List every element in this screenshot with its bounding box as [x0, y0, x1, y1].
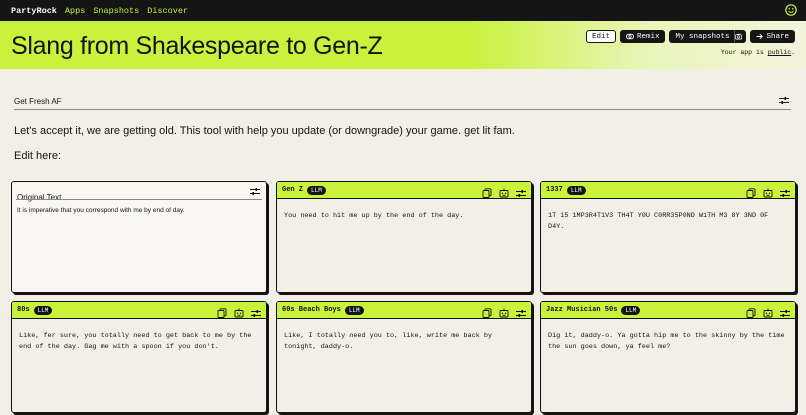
widget-title: Jazz Musician 50s [546, 306, 618, 314]
widget-actions [482, 305, 526, 318]
widget-title: Original Text [17, 193, 62, 202]
nav-link-apps[interactable]: Apps [65, 6, 85, 16]
visibility-suffix: . [791, 49, 795, 56]
top-nav: PartyRock Apps Snapshots Discover [0, 0, 806, 21]
widget-title: 80s [17, 306, 30, 314]
sliders-icon[interactable] [516, 185, 526, 197]
chat-bot-icon[interactable] [763, 305, 773, 318]
widget-title: Gen Z [282, 186, 304, 194]
chat-bot-icon[interactable] [499, 305, 509, 318]
share-button[interactable]: Share [750, 30, 795, 43]
copy-icon[interactable] [482, 305, 492, 318]
visibility-prefix: Your app is [720, 49, 768, 56]
original-text-widget: Original Text It is imperative that you … [11, 181, 267, 293]
widget-output: You need to hit me up by the end of the … [284, 212, 464, 220]
visibility-link[interactable]: public [768, 49, 791, 56]
input-label: Get Fresh AF [14, 97, 62, 106]
widget-1337: 1337 LLM 1T 15 1MP3R4T1V3 TH4T Y0U C0RR3… [540, 181, 796, 293]
widget-header: 1337 LLM [541, 182, 795, 199]
widget-actions [482, 185, 526, 198]
copy-icon[interactable] [746, 185, 756, 198]
widget-header: Gen Z LLM [277, 182, 531, 199]
llm-badge: LLM [566, 185, 586, 195]
widget-actions [217, 305, 261, 318]
camera-icon [735, 33, 743, 40]
edit-button[interactable]: Edit [585, 30, 616, 43]
divider [14, 109, 791, 110]
share-label: Share [766, 32, 789, 41]
my-snapshots-button[interactable]: My snapshots [669, 30, 736, 43]
copy-icon[interactable] [217, 305, 227, 318]
sliders-icon[interactable] [780, 305, 790, 317]
widget-gen-z: Gen Z LLM You need to hit me up by the e… [276, 181, 532, 293]
llm-badge: LLM [344, 305, 364, 315]
widget-60s-beach-boys: 60s Beach Boys LLM Like, I totally need … [276, 301, 532, 413]
brand-logo[interactable]: PartyRock [11, 6, 57, 16]
smiley-icon[interactable] [785, 4, 797, 16]
widget-80s: 80s LLM Like, fer sure, you totally need… [11, 301, 267, 413]
llm-badge: LLM [307, 185, 326, 195]
page-title: Slang from Shakespeare to Gen-Z [11, 32, 383, 60]
llm-badge: LLM [621, 305, 641, 315]
app-description: Let's accept it, we are getting old. Thi… [14, 125, 515, 137]
widget-header: Jazz Musician 50s LLM [541, 302, 795, 319]
chat-bot-icon[interactable] [499, 185, 509, 198]
llm-badge: LLM [33, 305, 53, 315]
widget-output: Dig it, daddy-o. Ya gotta hip me to the … [548, 332, 785, 351]
sliders-icon[interactable] [251, 305, 261, 317]
chat-bot-icon[interactable] [234, 305, 244, 318]
widget-output: Like, fer sure, you totally need to get … [19, 332, 252, 351]
widget-actions [746, 305, 790, 318]
sliders-icon[interactable] [780, 185, 790, 197]
sliders-icon[interactable] [516, 305, 526, 317]
widget-title: 1337 [546, 186, 563, 194]
widget-jazz-musician-50s: Jazz Musician 50s LLM Dig it, daddy-o. Y… [540, 301, 796, 413]
remix-icon [626, 33, 634, 40]
widget-output: 1T 15 1MP3R4T1V3 TH4T Y0U C0RR35P0ND W1T… [548, 212, 769, 231]
widget-header: Original Text [12, 182, 266, 202]
widget-header: 60s Beach Boys LLM [277, 302, 531, 319]
nav-link-discover[interactable]: Discover [147, 6, 188, 16]
snapshot-camera-button[interactable] [734, 30, 747, 43]
widget-actions [746, 185, 790, 198]
remix-label: Remix [636, 32, 660, 41]
remix-button[interactable]: Remix [619, 30, 666, 43]
arrow-right-icon [756, 33, 764, 40]
copy-icon[interactable] [482, 185, 492, 198]
widget-title: 60s Beach Boys [282, 306, 341, 314]
divider [16, 199, 262, 200]
sliders-icon[interactable] [250, 187, 260, 196]
widget-output: Like, I totally need you to, like, write… [284, 332, 493, 351]
widget-header: 80s LLM [12, 302, 266, 319]
visibility-status: Your app is public. [721, 49, 795, 56]
copy-icon[interactable] [746, 305, 756, 318]
nav-link-snapshots[interactable]: Snapshots [93, 6, 139, 16]
app-header: Slang from Shakespeare to Gen-Z Edit Rem… [0, 21, 806, 69]
edit-here-label: Edit here: [14, 150, 62, 162]
header-actions: Edit Remix My snapshots Share [585, 30, 795, 43]
sliders-icon[interactable] [779, 96, 789, 105]
chat-bot-icon[interactable] [763, 185, 773, 198]
